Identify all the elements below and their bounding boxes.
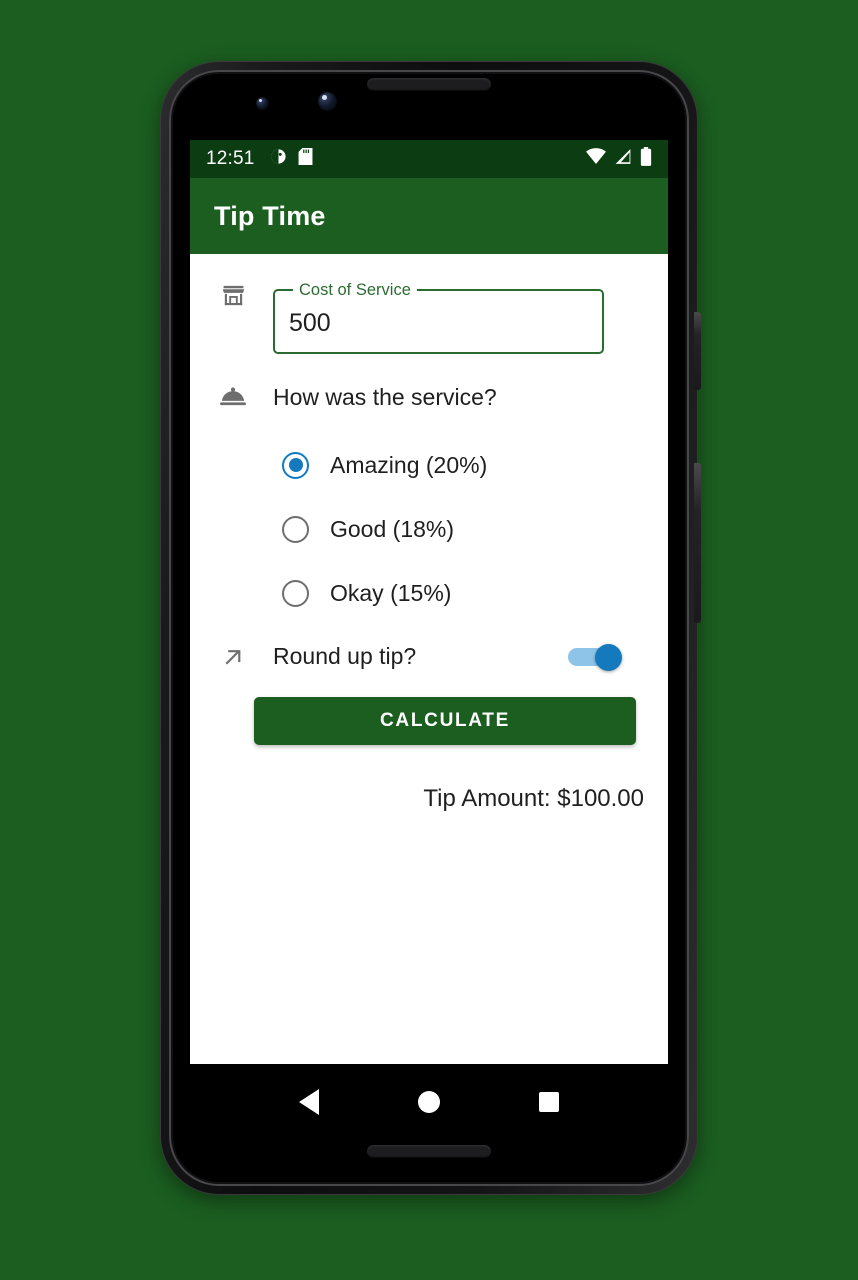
toggle-thumb[interactable] bbox=[595, 643, 622, 671]
radio-button-unselected-icon[interactable] bbox=[282, 515, 309, 543]
status-bar-clock: 12:51 bbox=[206, 148, 255, 169]
back-button-icon[interactable] bbox=[299, 1089, 320, 1115]
front-camera-lens-icon bbox=[256, 97, 269, 110]
cost-of-service-input[interactable]: Cost of Service 500 bbox=[273, 282, 604, 354]
radio-option-label: Amazing (20%) bbox=[330, 451, 488, 478]
radio-option-okay[interactable]: Okay (15%) bbox=[273, 561, 644, 625]
app-content: Cost of Service 500 How was the service? bbox=[190, 254, 668, 1064]
round-up-row: Round up tip? bbox=[214, 643, 644, 671]
earpiece-speaker bbox=[367, 78, 491, 91]
status-bar: 12:51 bbox=[190, 140, 668, 178]
cost-of-service-row: Cost of Service 500 bbox=[214, 282, 644, 354]
calculate-button[interactable]: CALCULATE bbox=[254, 697, 636, 745]
tip-amount-result: Tip Amount: $100.00 bbox=[423, 785, 644, 812]
radio-button-selected-icon[interactable] bbox=[282, 451, 309, 479]
volume-rocker-button[interactable] bbox=[694, 463, 701, 623]
front-camera-lens-secondary-icon bbox=[318, 92, 337, 111]
service-question-label: How was the service? bbox=[273, 384, 497, 410]
service-question-row: How was the service? bbox=[214, 384, 644, 411]
cost-of-service-value[interactable]: 500 bbox=[289, 309, 331, 338]
battery-icon bbox=[640, 147, 652, 171]
wifi-icon bbox=[586, 148, 606, 170]
cell-signal-icon bbox=[614, 148, 632, 170]
phone-screen: 12:51 Tip Time Cost of Service 500 How w… bbox=[190, 140, 668, 1140]
status-bar-left-icons bbox=[270, 148, 313, 170]
radio-button-unselected-icon[interactable] bbox=[282, 579, 309, 607]
service-options-radio-group: Amazing (20%) Good (18%) Okay (15%) bbox=[214, 433, 644, 625]
round-up-label: Round up tip? bbox=[273, 643, 417, 669]
android-navigation-bar bbox=[190, 1064, 668, 1140]
round-up-toggle[interactable] bbox=[568, 643, 622, 671]
do-not-disturb-icon bbox=[270, 148, 287, 170]
home-button-icon[interactable] bbox=[417, 1091, 440, 1113]
cost-of-service-label: Cost of Service bbox=[299, 281, 411, 299]
sd-card-icon bbox=[298, 148, 313, 170]
bottom-speaker bbox=[367, 1145, 491, 1158]
status-bar-right-icons bbox=[586, 147, 652, 171]
radio-option-good[interactable]: Good (18%) bbox=[273, 497, 644, 561]
app-bar: Tip Time bbox=[190, 178, 668, 254]
store-icon bbox=[214, 282, 252, 309]
radio-option-amazing[interactable]: Amazing (20%) bbox=[273, 433, 644, 497]
room-service-icon bbox=[214, 386, 252, 410]
phone-device-frame: 12:51 Tip Time Cost of Service 500 How w… bbox=[161, 62, 701, 1194]
power-button[interactable] bbox=[694, 312, 701, 390]
radio-option-label: Good (18%) bbox=[330, 515, 455, 542]
app-title: Tip Time bbox=[214, 200, 326, 231]
recents-button-icon[interactable] bbox=[538, 1092, 559, 1112]
arrow-up-right-icon bbox=[214, 644, 252, 670]
radio-option-label: Okay (15%) bbox=[330, 579, 452, 606]
